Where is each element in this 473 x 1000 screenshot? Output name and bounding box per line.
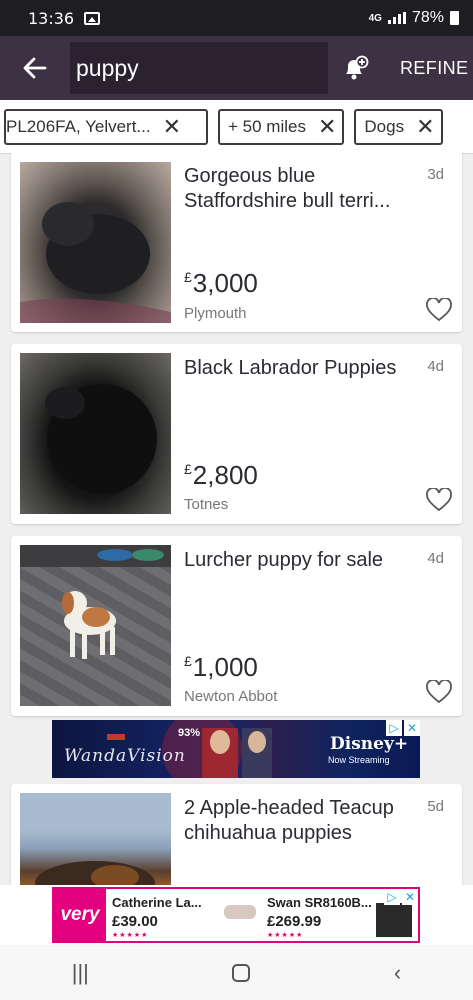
recent-apps-icon[interactable]: |||	[72, 960, 89, 986]
listing-image	[20, 545, 171, 706]
ad-product-image	[224, 905, 256, 919]
rating-stars: ★★★★★	[112, 932, 149, 939]
listing-age: 3d	[427, 166, 444, 183]
ad-product-price: £39.00	[112, 913, 158, 930]
listing-title[interactable]: Gorgeous blue Staffordshire bull terri..…	[184, 164, 416, 214]
favorite-heart-icon[interactable]	[426, 298, 452, 322]
favorite-heart-icon[interactable]	[426, 680, 452, 704]
filter-chips: PL206FA, Yelvert... ✕ + 50 miles ✕ Dogs …	[0, 100, 473, 154]
listing-age: 5d	[427, 798, 444, 815]
back-nav-icon[interactable]: ‹	[394, 960, 401, 986]
refine-button[interactable]: REFINE	[384, 58, 468, 79]
ad-product-image	[376, 903, 412, 937]
listing-price: £2,800	[184, 460, 258, 491]
ad-info-icon[interactable]: ▷	[384, 889, 400, 905]
currency-symbol: £	[184, 461, 192, 477]
location-filter-chip[interactable]: PL206FA, Yelvert... ✕	[4, 108, 208, 145]
listing-image	[20, 162, 171, 323]
price-value: 1,000	[192, 652, 258, 682]
listing-title[interactable]: Lurcher puppy for sale	[184, 548, 416, 573]
distance-filter-chip[interactable]: + 50 miles ✕	[218, 108, 345, 145]
battery-percent: 78%	[411, 9, 444, 26]
listing-age: 4d	[427, 358, 444, 375]
listing-image	[20, 353, 171, 514]
ad-close-icon[interactable]: ✕	[404, 720, 420, 736]
listing-card[interactable]: Lurcher puppy for sale 4d £1,000 Newton …	[11, 536, 462, 716]
price-value: 2,800	[192, 460, 258, 490]
home-icon[interactable]	[232, 963, 251, 982]
battery-icon	[450, 11, 459, 25]
listing-title[interactable]: Black Labrador Puppies	[184, 356, 416, 381]
ad-product-price: £269.99	[267, 913, 322, 930]
price-value: 3,000	[192, 268, 258, 298]
favorite-heart-icon[interactable]	[426, 488, 452, 512]
category-filter-chip[interactable]: Dogs ✕	[354, 108, 443, 145]
close-icon[interactable]: ✕	[416, 115, 434, 138]
listing-location: Plymouth	[184, 305, 247, 322]
saved-search-alert-icon[interactable]	[328, 36, 384, 100]
currency-symbol: £	[184, 653, 192, 669]
ad-close-icon[interactable]: ✕	[402, 889, 418, 905]
listing-card[interactable]: Black Labrador Puppies 4d £2,800 Totnes	[11, 344, 462, 524]
currency-symbol: £	[184, 269, 192, 285]
listing-title[interactable]: 2 Apple-headed Teacup chihuahua puppies	[184, 796, 416, 846]
listing-location: Totnes	[184, 496, 229, 513]
advertisement-banner[interactable]: 93% WandaVision Disney+ Now Streaming ▷ …	[52, 720, 420, 778]
network-type: 4G	[368, 12, 382, 24]
ad-rating-badge: 93%	[178, 727, 201, 739]
search-input[interactable]: puppy	[70, 42, 328, 94]
app-header: puppy REFINE	[0, 36, 473, 100]
status-time: 13:36	[28, 8, 75, 28]
chip-label: + 50 miles	[228, 116, 306, 136]
ad-product-name: Catherine La...	[112, 895, 202, 910]
listing-location: Newton Abbot	[184, 688, 278, 705]
listing-image	[20, 793, 171, 885]
signal-icon	[387, 12, 406, 24]
ad-show-title: WandaVision	[64, 746, 186, 766]
listing-age: 4d	[427, 550, 444, 567]
close-icon[interactable]: ✕	[318, 115, 336, 138]
disney-plus-logo: Disney+	[330, 734, 409, 754]
listing-card[interactable]: Gorgeous blue Staffordshire bull terri..…	[11, 150, 462, 332]
listing-price: £1,000	[184, 652, 258, 683]
ad-info-icon[interactable]: ▷	[386, 720, 402, 736]
chip-label: PL206FA, Yelvert...	[6, 116, 151, 136]
bottom-ad-container: very Catherine La... £39.00 ★★★★★ Swan S…	[0, 885, 473, 945]
chip-label: Dogs	[364, 116, 405, 136]
gallery-notification-icon	[84, 11, 101, 25]
ad-cta-text: Now Streaming	[328, 755, 390, 765]
back-arrow-icon[interactable]	[0, 36, 70, 100]
listing-price: £3,000	[184, 268, 258, 299]
rating-stars: ★★★★★	[267, 932, 304, 939]
ad-product-name: Swan SR8160B...	[267, 895, 372, 910]
ad-choices[interactable]: ▷ ✕	[384, 889, 418, 905]
ad-choices[interactable]: ▷ ✕	[386, 720, 420, 736]
very-advertisement[interactable]: very Catherine La... £39.00 ★★★★★ Swan S…	[52, 887, 420, 943]
system-nav-bar: ||| ‹	[0, 945, 473, 1000]
very-logo: very	[54, 889, 106, 941]
status-bar: 13:36 4G 78%	[0, 0, 473, 36]
close-icon[interactable]: ✕	[163, 115, 181, 138]
